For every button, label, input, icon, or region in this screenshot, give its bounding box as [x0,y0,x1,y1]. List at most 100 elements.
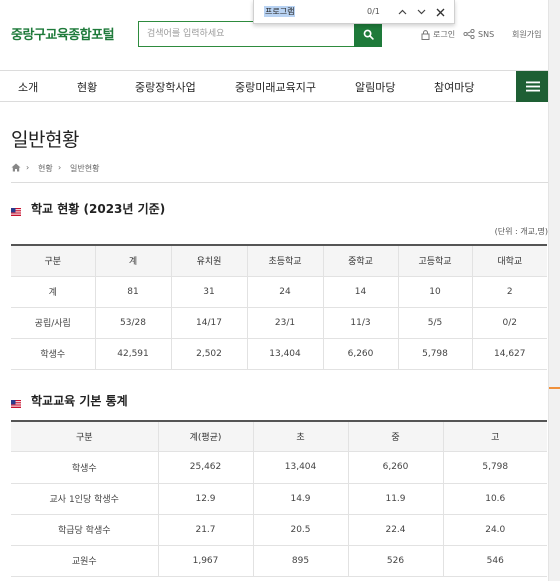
table-cell: 11/3 [322,307,398,339]
breadcrumb-item-status[interactable]: 현황 [38,163,53,174]
table-cell: 23/1 [246,307,323,339]
column-header: 초등학교 [246,244,323,277]
table-cell: 81 [94,276,171,308]
table-cell: 24.0 [442,514,547,546]
search-button[interactable] [354,21,382,47]
login-label: 로그인 [433,30,456,39]
section-title-text: 학교교육 기본 통계 [31,394,128,408]
row-label: 학급당 학생수 [11,514,158,546]
table-cell: 22.4 [347,514,443,546]
column-header: 초 [252,420,348,452]
divider [11,182,548,183]
table-cell: 20.5 [252,514,348,546]
table-cell: 546 [442,545,547,577]
column-header: 계 [94,244,171,277]
flag-bullet-icon [11,205,21,216]
column-header: 고등학교 [397,244,472,277]
table-row: 교사 1인당 학생수 12.9 14.9 11.9 10.6 [11,483,547,515]
breadcrumb-item-current: 일반현황 [70,164,100,173]
join-label: 회원가입 [512,30,542,39]
basic-stats-table: 구분 계(평균) 초 중 고 학생수 25,462 13,404 6,260 5… [11,420,547,577]
table-cell: 526 [347,545,443,577]
section-title-school-status: 학교 현황 (2023년 기준) [11,200,165,217]
table-header-row: 구분 계(평균) 초 중 고 [11,420,547,452]
row-label: 계 [11,276,95,308]
table-cell: 42,591 [94,338,171,370]
home-icon[interactable] [11,163,21,172]
column-header: 구분 [11,420,158,452]
nav-item-participation[interactable]: 참여마당 [434,79,474,95]
sns-link[interactable]: SNS [463,29,494,39]
breadcrumb-separator-icon: › [26,163,30,172]
find-input[interactable]: 프로그램 [264,6,296,17]
table-cell: 31 [170,276,247,308]
table-cell: 13,404 [246,338,323,370]
column-header: 중 [347,420,443,452]
table-cell: 11.9 [347,483,443,515]
table-cell: 1,967 [157,545,253,577]
table-cell: 2,502 [170,338,247,370]
table-cell: 6,260 [347,451,443,484]
nav-item-status[interactable]: 현황 [77,79,97,95]
table-cell: 0/2 [471,307,547,339]
join-link[interactable]: 회원가입 [512,29,541,40]
table-header-row: 구분 계 유치원 초등학교 중학교 고등학교 대학교 [11,244,547,277]
nav-item-notice[interactable]: 알림마당 [355,79,395,95]
site-logo[interactable]: 중랑구교육종합포털 [11,24,115,43]
section-title-text: 학교 현황 (2023년 기준) [31,202,166,216]
table-row: 공립/사립 53/28 14/17 23/1 11/3 5/5 0/2 [11,307,547,339]
column-header: 중학교 [322,244,398,277]
find-bar: 프로그램 0/1 [253,0,455,24]
breadcrumb-separator-icon: › [58,163,62,172]
table-cell: 2 [471,276,547,308]
find-close-button[interactable] [432,4,448,20]
table-cell: 14.9 [252,483,348,515]
table-cell: 6,260 [322,338,398,370]
lock-icon [421,29,430,40]
column-header: 대학교 [471,244,547,277]
table-cell: 14/17 [170,307,247,339]
table-row: 학생수 25,462 13,404 6,260 5,798 [11,451,547,484]
main-nav: 소개 현황 중랑장학사업 중랑미래교육지구 알림마당 참여마당 [0,70,549,102]
find-match-count: 0/1 [367,7,380,16]
table-cell: 14 [322,276,398,308]
table-cell: 12.9 [157,483,253,515]
find-next-button[interactable] [413,4,429,20]
column-header: 고 [442,420,547,452]
table-cell: 10.6 [442,483,547,515]
unit-label: (단위 : 개교,명) [494,227,548,236]
table-cell: 5/5 [397,307,472,339]
table-row: 학생수 42,591 2,502 13,404 6,260 5,798 14,6… [11,338,547,370]
chevron-down-icon [417,9,425,15]
table-cell: 14,627 [471,338,547,370]
search-icon [363,29,374,40]
find-result-scroll-marker [549,387,560,389]
page-title: 일반현황 [11,129,79,151]
sns-label: SNS [478,29,495,39]
column-header: 계(평균) [157,420,253,452]
table-row: 교원수 1,967 895 526 546 [11,545,547,577]
section-title-basic-stats: 학교교육 기본 통계 [11,392,128,409]
close-icon [436,8,444,16]
flag-bullet-icon [11,397,21,408]
table-cell: 53/28 [94,307,171,339]
login-link[interactable]: 로그인 [421,29,455,40]
column-header: 구분 [11,244,95,277]
row-label: 교원수 [11,545,158,577]
table-cell: 5,798 [397,338,472,370]
find-previous-button[interactable] [394,4,410,20]
menu-button[interactable] [516,71,549,102]
nav-item-scholarship[interactable]: 중랑장학사업 [135,79,196,95]
table-cell: 10 [397,276,472,308]
nav-item-intro[interactable]: 소개 [18,79,38,95]
search-box [138,21,382,47]
table-cell: 5,798 [442,451,547,484]
search-input[interactable] [139,22,353,46]
nav-item-future-edu[interactable]: 중랑미래교육지구 [235,79,316,95]
table-row: 학급당 학생수 21.7 20.5 22.4 24.0 [11,514,547,546]
table-cell: 21.7 [157,514,253,546]
page-scrollbar[interactable] [548,0,560,581]
table-row: 계 81 31 24 14 10 2 [11,276,547,308]
table-cell: 895 [252,545,348,577]
table-cell: 25,462 [157,451,253,484]
